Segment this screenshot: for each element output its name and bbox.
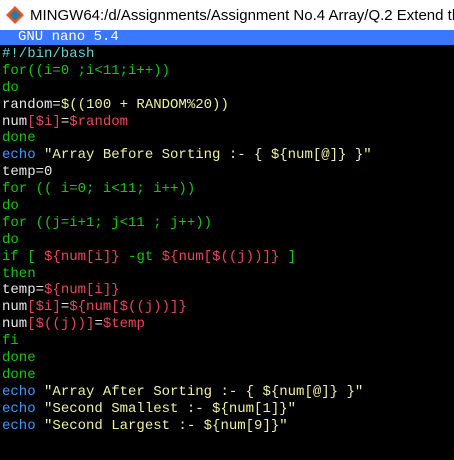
code-token: ${num[$((j))]}	[161, 248, 280, 265]
code-line: temp=0	[2, 164, 454, 181]
terminal-window: MINGW64:/d/Assignments/Assignment No.4 A…	[0, 0, 454, 460]
code-line: for ((j=i+1; j<11 ; j++))	[2, 215, 454, 232]
code-token: $((100 + RANDOM%20))	[60, 96, 229, 113]
code-line: for (( i=0; i<11; i++))	[2, 181, 454, 198]
code-token: echo	[2, 400, 36, 417]
code-line: num[$i]=$random	[2, 114, 454, 131]
code-token: echo	[2, 417, 36, 434]
code-token: echo	[2, 383, 36, 400]
code-token: =	[94, 316, 103, 333]
code-line: then	[2, 266, 454, 283]
code-token: ${num[i]}	[44, 248, 120, 265]
code-line: #!/bin/bash	[2, 46, 454, 63]
code-line: echo "Array Before Sorting :- { ${num[@]…	[2, 147, 454, 164]
code-token: do	[2, 231, 19, 248]
code-token: [$((j))]	[27, 316, 95, 333]
code-token: random=	[2, 96, 61, 113]
code-line: fi	[2, 333, 454, 350]
code-token: #!/bin/bash	[2, 46, 95, 62]
code-line: if [ ${num[i]} -gt ${num[$((j))]} ]	[2, 249, 454, 266]
code-token: $random	[69, 113, 129, 130]
code-token: "Second Largest :- ${num[9]}"	[35, 417, 288, 434]
code-token: done	[2, 350, 36, 367]
code-token: "Array After Sorting :- { ${num[@]} }"	[35, 383, 364, 400]
editor-buffer[interactable]: #!/bin/bash for((i=0 ;i<11;i++)) do random=…	[2, 46, 454, 434]
code-line: done	[2, 350, 454, 367]
code-token: =	[60, 299, 70, 316]
code-token: for((i=0 ;i<11;i++))	[2, 62, 171, 79]
code-line: echo "Array After Sorting :- { ${num[@]}…	[2, 384, 454, 401]
nano-version-label: GNU nano 5.4	[18, 30, 119, 45]
code-token: echo	[2, 147, 36, 164]
code-line: echo "Second Largest :- ${num[9]}"	[2, 418, 454, 435]
code-token: num	[2, 316, 28, 333]
code-token: temp=	[2, 282, 45, 299]
code-token: temp=0	[2, 164, 53, 181]
code-token: if [	[2, 248, 45, 265]
code-line: for((i=0 ;i<11;i++))	[2, 63, 454, 80]
code-token: =	[60, 113, 70, 130]
code-line: num[$((j))]=$temp	[2, 316, 454, 333]
code-token: then	[2, 265, 36, 282]
code-line: do	[2, 198, 454, 215]
code-token: num	[2, 299, 28, 316]
code-line: random=$((100 + RANDOM%20))	[2, 97, 454, 114]
code-token: ${num[i]}	[44, 282, 120, 299]
git-bash-icon	[6, 6, 24, 24]
code-token: for (( i=0; i<11; i++))	[2, 181, 196, 198]
code-token: ]	[279, 248, 297, 265]
code-token: fi	[2, 333, 19, 350]
code-token: "Second Smallest :- ${num[1]}"	[35, 400, 297, 417]
code-line: num[$i]=${num[$((j))]}	[2, 299, 454, 316]
code-token: ${num[$((j))]}	[69, 299, 187, 316]
title-bar[interactable]: MINGW64:/d/Assignments/Assignment No.4 A…	[0, 0, 454, 30]
code-token: -gt	[119, 248, 162, 265]
code-token: for ((j=i+1; j<11 ; j++))	[2, 214, 213, 231]
code-token: $temp	[102, 316, 145, 333]
code-line: do	[2, 232, 454, 249]
code-token: [$i]	[27, 299, 61, 316]
code-token: do	[2, 79, 19, 96]
code-token: done	[2, 130, 36, 147]
code-line: done	[2, 367, 454, 384]
code-line: echo "Second Smallest :- ${num[1]}"	[2, 401, 454, 418]
code-token: num	[2, 113, 28, 130]
code-token: do	[2, 198, 19, 215]
code-line: done	[2, 130, 454, 147]
nano-header-bar: GNU nano 5.4	[0, 30, 454, 45]
code-token: "Array Before Sorting :- { ${num[@]} }"	[35, 147, 372, 164]
window-title: MINGW64:/d/Assignments/Assignment No.4 A…	[30, 6, 454, 24]
code-token: [$i]	[27, 113, 61, 130]
code-token: done	[2, 366, 36, 383]
code-line: do	[2, 80, 454, 97]
code-line: temp=${num[i]}	[2, 282, 454, 299]
